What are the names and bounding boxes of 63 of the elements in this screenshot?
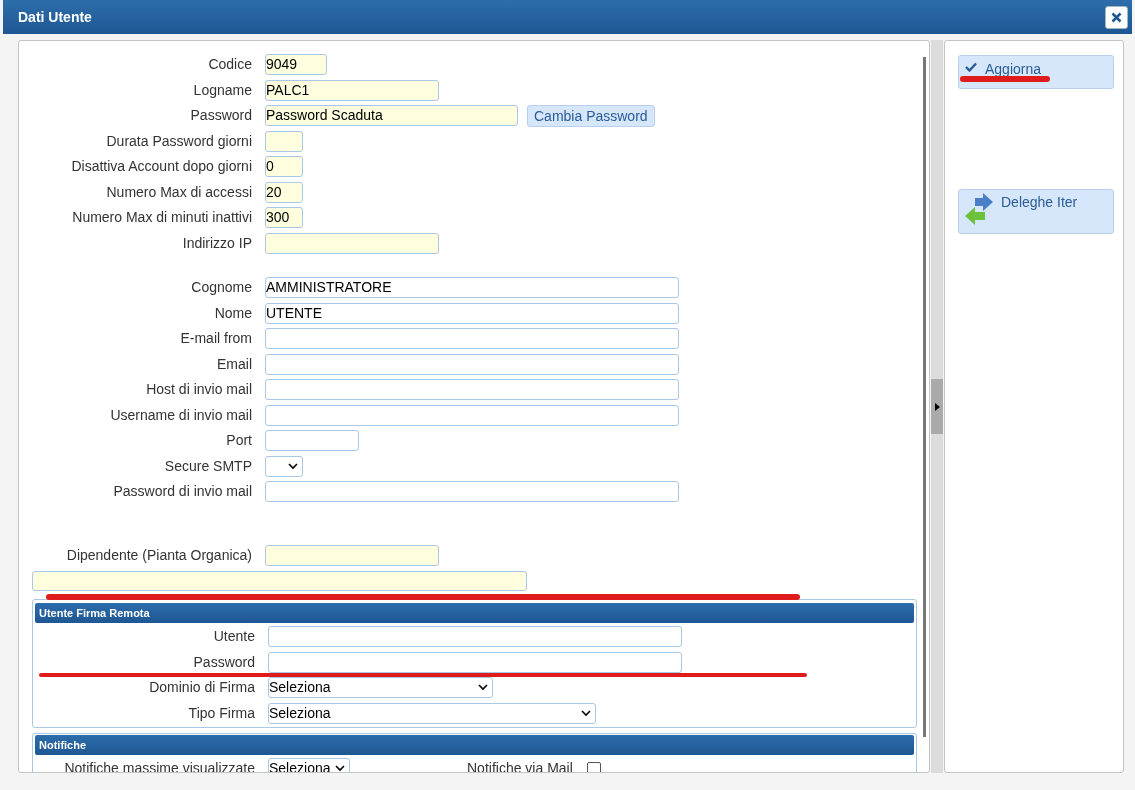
- field-label: E-mail from: [179, 329, 253, 349]
- dropdown[interactable]: Seleziona: [268, 702, 596, 724]
- chevron-down-icon: [478, 684, 488, 692]
- field-label: Utente: [212, 627, 256, 647]
- field-label: Secure SMTP: [163, 456, 253, 476]
- input-field[interactable]: PALC1: [265, 79, 439, 101]
- input-field[interactable]: [265, 544, 439, 566]
- section-header: Utente Firma Remota: [35, 603, 914, 623]
- field-label: Email: [216, 354, 253, 374]
- checkbox[interactable]: [586, 761, 601, 772]
- arrows-icon: [963, 192, 995, 226]
- field-label: Disattiva Account dopo giorni: [70, 157, 253, 177]
- input-field[interactable]: [265, 379, 679, 401]
- window-title: Dati Utente: [18, 7, 92, 27]
- field-label: Numero Max di minuti inattivi: [71, 208, 253, 228]
- input-field[interactable]: [265, 430, 359, 452]
- input-field[interactable]: AMMINISTRATORE: [265, 277, 679, 299]
- dropdown[interactable]: [265, 455, 303, 477]
- input-field[interactable]: UTENTE: [265, 302, 679, 324]
- change-password-button[interactable]: Cambia Password: [527, 104, 655, 127]
- input-field[interactable]: [268, 651, 682, 673]
- field-label: Dominio di Firma: [148, 678, 256, 698]
- input-field[interactable]: [265, 130, 303, 152]
- close-button[interactable]: [1105, 5, 1128, 29]
- close-icon: [1111, 11, 1122, 23]
- chevron-down-icon: [335, 765, 345, 772]
- action-button[interactable]: Deleghe Iter: [958, 189, 1114, 234]
- input-field[interactable]: 9049: [265, 54, 327, 76]
- dropdown[interactable]: Seleziona: [268, 677, 493, 699]
- input-field[interactable]: Password Scaduta: [265, 105, 518, 127]
- checkmark-icon: [965, 62, 977, 72]
- field-label: Username di invio mail: [109, 405, 253, 425]
- input-field[interactable]: [265, 232, 439, 254]
- field-label: Numero Max di accessi: [105, 182, 253, 202]
- splitter-handle[interactable]: [931, 379, 943, 434]
- input-field[interactable]: 0: [265, 156, 303, 178]
- input-field[interactable]: [265, 404, 679, 426]
- input-field[interactable]: [265, 328, 679, 350]
- input-field[interactable]: [265, 353, 679, 375]
- input-field[interactable]: [265, 481, 679, 503]
- field-label: Indirizzo IP: [181, 233, 253, 253]
- field-label: Nome: [213, 303, 253, 323]
- scrollbar[interactable]: [923, 57, 926, 737]
- field-label: Password: [192, 652, 256, 672]
- triangle-right-icon: [934, 402, 940, 411]
- field-label: Host di invio mail: [145, 380, 253, 400]
- field-label: Logname: [192, 80, 253, 100]
- input-field[interactable]: [32, 571, 527, 591]
- field-label: Password di invio mail: [112, 482, 253, 502]
- section-header: Notifiche: [35, 735, 914, 755]
- field-label: Password: [189, 106, 253, 126]
- field-label: Port: [225, 431, 253, 451]
- field-label: Dipendente (Pianta Organica): [65, 545, 253, 565]
- field-label: Cognome: [190, 278, 253, 298]
- input-field[interactable]: 20: [265, 181, 303, 203]
- field-label: Durata Password giorni: [105, 131, 253, 151]
- field-label: Codice: [207, 55, 253, 75]
- field-label: Tipo Firma: [187, 703, 256, 723]
- action-button[interactable]: Aggiorna: [958, 55, 1114, 89]
- input-field[interactable]: [268, 626, 682, 648]
- chevron-down-icon: [288, 462, 298, 470]
- input-field[interactable]: 300: [265, 207, 303, 229]
- chevron-down-icon: [581, 709, 591, 717]
